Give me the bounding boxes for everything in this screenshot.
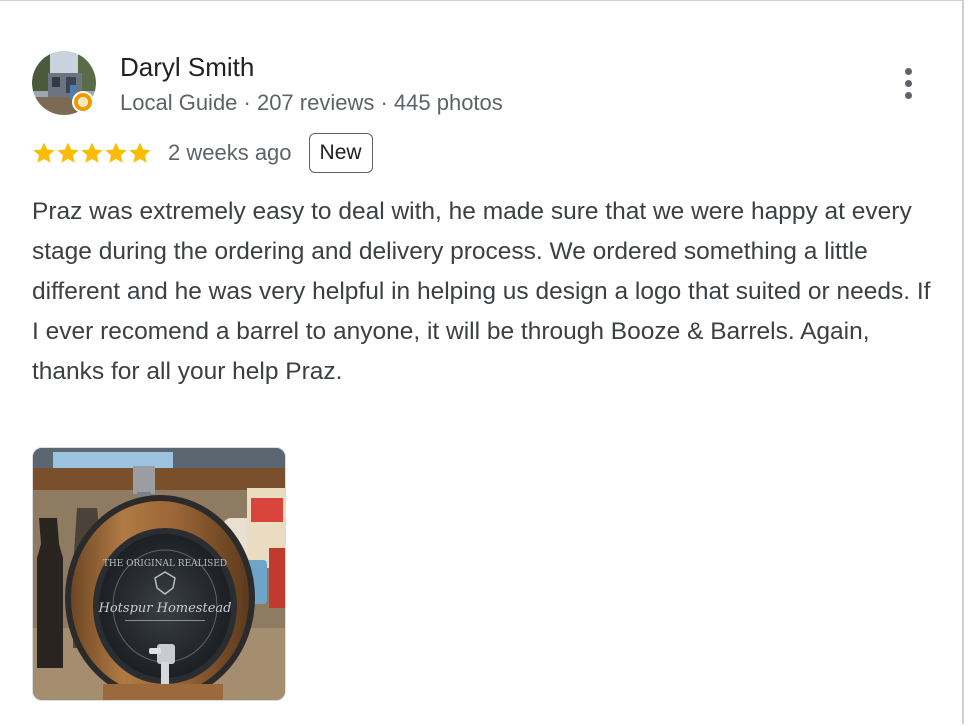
new-badge: New xyxy=(308,133,373,173)
review-text: Praz was extremely easy to deal with, he… xyxy=(32,198,931,385)
reviewer-avatar[interactable] xyxy=(32,51,96,115)
barrel-engraving-top: THE ORIGINAL REALISED xyxy=(103,559,227,569)
more-options-button[interactable] xyxy=(888,61,928,105)
local-guide-badge-icon xyxy=(72,91,94,113)
rating-row: 2 weeks ago New xyxy=(32,131,373,175)
barrel-photo-image: THE ORIGINAL REALISED Hotspur Homestead xyxy=(33,448,285,700)
star-icon xyxy=(129,142,151,163)
star-icon xyxy=(105,142,127,163)
star-rating xyxy=(32,141,152,165)
reviewer-meta: Local Guide · 207 reviews · 445 photos xyxy=(120,90,503,115)
star-icon xyxy=(81,142,103,163)
more-vertical-icon xyxy=(904,67,912,75)
reviewer-name[interactable]: Daryl Smith xyxy=(120,51,254,83)
review-card: Daryl Smith Local Guide · 207 reviews · … xyxy=(0,0,964,724)
star-icon xyxy=(57,142,79,163)
star-icon xyxy=(33,142,55,163)
review-photo[interactable]: THE ORIGINAL REALISED Hotspur Homestead xyxy=(32,447,286,701)
barrel-engraving-main: Hotspur Homestead xyxy=(98,601,232,616)
review-date: 2 weeks ago xyxy=(168,140,292,165)
